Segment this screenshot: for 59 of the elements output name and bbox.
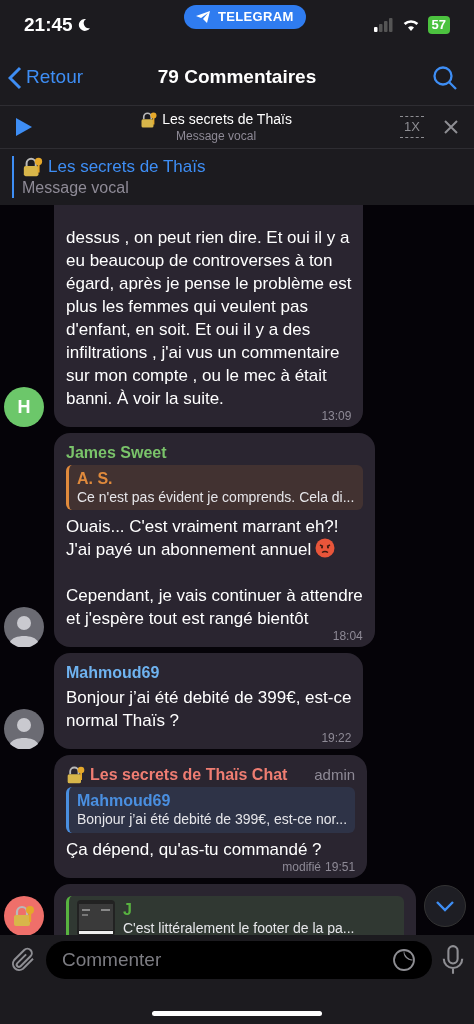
reply-text: C'est littéralement le footer de la pa... xyxy=(123,919,355,935)
message-bubble[interactable]: Les secrets de Thaïs Chat admin Mahmoud69 Bonjour j’ai été debité de 399€, est-ce nor... Ça dépend, qu'as-tu commandé ? modifié 19:51 xyxy=(54,755,368,878)
message-text: Bonjour j’ai été debité de 399€, est-ce normal Thaïs ? xyxy=(66,687,352,732)
pinned-title: Les secrets de Thaïs xyxy=(48,156,206,178)
reply-quote[interactable]: A. S. Ce n'est pas évident je comprends. Cela di... xyxy=(66,464,363,510)
message-bubble[interactable] xyxy=(54,205,364,427)
sticker-icon[interactable] xyxy=(392,948,416,972)
message-time: 19:22 xyxy=(321,732,352,745)
pinned-message[interactable]: Les secrets de Thaïs Message vocal xyxy=(12,156,206,198)
reply-author: J xyxy=(123,899,133,920)
speed-button[interactable]: 1X xyxy=(400,116,424,138)
sender-name[interactable]: Les secrets de Thaïs Chat xyxy=(90,763,288,787)
player-title: Les secrets de Thaïs xyxy=(162,110,292,129)
player-subtitle: Message vocal xyxy=(176,128,257,144)
chevron-down-icon xyxy=(435,900,455,912)
reply-author: A. S. xyxy=(77,468,114,489)
page-title: 79 Commentaires xyxy=(156,65,318,90)
status-time: 21:45 xyxy=(24,12,73,37)
message-text: Ça dépend, qu'as-tu commandé ? xyxy=(66,838,322,861)
battery-indicator: 57 xyxy=(427,16,450,34)
back-button[interactable]: Retour xyxy=(8,63,118,92)
edited-label: modifié xyxy=(282,860,322,874)
close-icon[interactable] xyxy=(444,120,458,134)
message-bubble[interactable]: J C'est littéralement le footer de la pa... xyxy=(54,883,416,935)
scroll-down-button[interactable] xyxy=(424,885,466,927)
message-text: Cependant, je vais continuer à attendre et j'espère tout est rangé bientôt xyxy=(66,585,363,630)
avatar[interactable] xyxy=(4,607,44,647)
sender-name[interactable]: James Sweet xyxy=(66,440,167,465)
wifi-icon xyxy=(401,18,420,32)
moon-icon xyxy=(76,18,91,32)
message-bubble[interactable] xyxy=(54,432,375,647)
paper-plane-icon xyxy=(196,11,210,23)
reply-text: Bonjour j’ai été debité de 399€, est-ce nor... xyxy=(77,811,348,829)
avatar[interactable] xyxy=(4,895,44,935)
chevron-left-icon xyxy=(8,65,22,90)
lock-icon xyxy=(22,156,44,178)
message-time: 13:09 xyxy=(321,409,352,423)
message-bubble[interactable]: Mahmoud69 Bonjour j’ai été debité de 399€, est-ce normal Thaïs ? 19:22 xyxy=(54,653,364,749)
lock-icon xyxy=(12,903,36,928)
reply-author: Mahmoud69 xyxy=(77,791,172,811)
signal-icon xyxy=(373,18,394,32)
message-time: 19:51 xyxy=(325,860,356,874)
message-time: 18:04 xyxy=(332,630,363,643)
avatar[interactable] xyxy=(4,709,44,749)
sender-name[interactable]: Mahmoud69 xyxy=(66,661,160,685)
message-text: Ouais... C'est vraiment marrant eh?! J'ai payé un abonnement annuel xyxy=(66,516,339,561)
reply-quote[interactable]: Mahmoud69 Bonjour j’ai été debité de 399€, est-ce nor... xyxy=(66,787,356,833)
play-icon[interactable] xyxy=(16,118,32,136)
lock-icon xyxy=(66,765,86,785)
microphone-icon[interactable] xyxy=(440,945,466,975)
comment-field[interactable]: Commenter xyxy=(46,941,432,979)
lock-icon xyxy=(140,110,159,129)
reply-text: Ce n'est pas évident je comprends. Cela di... xyxy=(77,488,355,506)
message-text: dessus , on peut rien dire. Et oui il y a eu beaucoup de controverses à ton égard, après je pense le problème est plus les femmes qui veulent pas d'enfant, en soit. Et oui il y a des infiltrations , j'ai vus un commentaire sur mon compte , ou le mec à était banni. À voir la suite. xyxy=(66,226,352,410)
search-icon[interactable] xyxy=(432,64,458,91)
pinned-subtitle: Message vocal xyxy=(22,178,130,198)
role-label: admin xyxy=(313,764,356,785)
avatar-initial: H xyxy=(17,395,31,419)
app-pill[interactable]: TELEGRAM xyxy=(184,5,306,29)
